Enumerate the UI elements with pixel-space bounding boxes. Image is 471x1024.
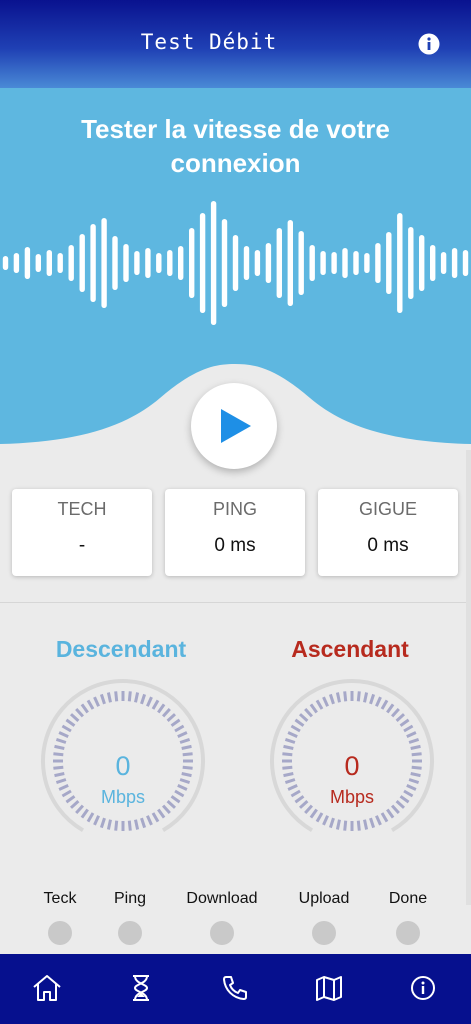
jitter-label: GIGUE bbox=[358, 499, 417, 519]
scrollbar[interactable] bbox=[466, 450, 471, 905]
jitter-card: GIGUE 0 ms bbox=[318, 489, 458, 576]
info-icon bbox=[411, 976, 435, 1000]
phone-icon bbox=[223, 976, 247, 1000]
nav-home[interactable] bbox=[29, 970, 65, 1006]
sound-wave-graphic bbox=[2, 201, 469, 325]
step-label-upload: Upload bbox=[298, 890, 350, 907]
tech-value: - bbox=[78, 535, 86, 556]
step-indicator-ping bbox=[118, 921, 142, 945]
nav-info[interactable] bbox=[405, 970, 441, 1006]
upload-unit: Mbps bbox=[329, 787, 374, 807]
step-label-ping: Ping bbox=[113, 890, 147, 907]
nav-map[interactable] bbox=[311, 970, 347, 1006]
map-icon bbox=[316, 976, 342, 1001]
home-icon bbox=[33, 975, 61, 1001]
step-indicator-teck bbox=[48, 921, 72, 945]
ping-label: PING bbox=[212, 499, 257, 519]
step-indicator-download bbox=[210, 921, 234, 945]
jitter-value: 0 ms bbox=[367, 535, 409, 556]
tech-card: TECH - bbox=[12, 489, 152, 576]
upload-title: Ascendant bbox=[291, 636, 409, 662]
hourglass-icon bbox=[133, 975, 149, 1001]
ping-card: PING 0 ms bbox=[165, 489, 305, 576]
step-indicator-upload bbox=[312, 921, 336, 945]
bottom-nav bbox=[0, 954, 471, 1024]
ping-value: 0 ms bbox=[214, 535, 256, 556]
hero-title: Tester la vitesse de votre connexion bbox=[81, 114, 390, 178]
app-title: Test Débit bbox=[140, 30, 278, 54]
section-divider bbox=[0, 602, 471, 603]
nav-history[interactable] bbox=[123, 970, 159, 1006]
step-label-done: Done bbox=[388, 890, 428, 907]
start-test-button[interactable] bbox=[191, 383, 277, 469]
download-title: Descendant bbox=[55, 636, 187, 662]
info-icon[interactable] bbox=[418, 33, 440, 55]
download-unit: Mbps bbox=[100, 787, 145, 807]
play-icon bbox=[221, 409, 251, 443]
download-value: 0 bbox=[115, 751, 131, 781]
step-label-download: Download bbox=[186, 890, 258, 907]
upload-value: 0 bbox=[344, 751, 360, 781]
app-bar: Test Débit bbox=[0, 0, 471, 88]
nav-call[interactable] bbox=[217, 970, 253, 1006]
tech-label: TECH bbox=[57, 499, 107, 519]
step-indicator-done bbox=[396, 921, 420, 945]
